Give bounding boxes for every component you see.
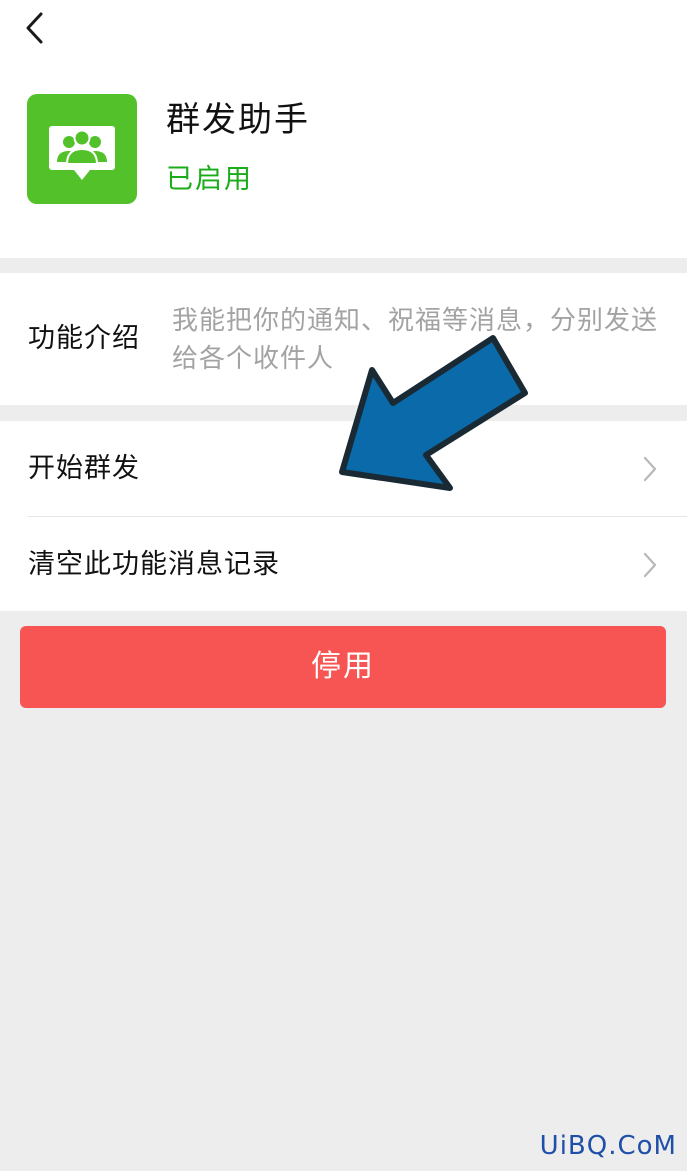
intro-label: 功能介绍 (28, 323, 140, 354)
chevron-right-icon (643, 552, 657, 578)
disable-button[interactable]: 停用 (20, 626, 666, 708)
start-broadcast-item[interactable]: 开始群发 (0, 421, 687, 516)
back-button[interactable] (14, 6, 58, 50)
chevron-left-icon (26, 12, 43, 44)
intro-description: 我能把你的通知、祝福等消息，分别发送给各个收件人 (172, 306, 659, 374)
clear-history-item[interactable]: 清空此功能消息记录 (0, 517, 687, 612)
watermark: UiBQ.CoM (539, 1131, 677, 1161)
group-chat-icon (27, 94, 137, 204)
app-status: 已启用 (166, 164, 253, 195)
app-name: 群发助手 (166, 100, 310, 140)
start-broadcast-label: 开始群发 (28, 453, 140, 484)
app-header: 群发助手 已启用 (0, 0, 687, 258)
chevron-right-icon (643, 456, 657, 482)
action-list: 开始群发 清空此功能消息记录 (0, 421, 687, 611)
intro-row: 功能介绍 我能把你的通知、祝福等消息，分别发送给各个收件人 (0, 273, 687, 405)
clear-history-label: 清空此功能消息记录 (28, 549, 280, 580)
